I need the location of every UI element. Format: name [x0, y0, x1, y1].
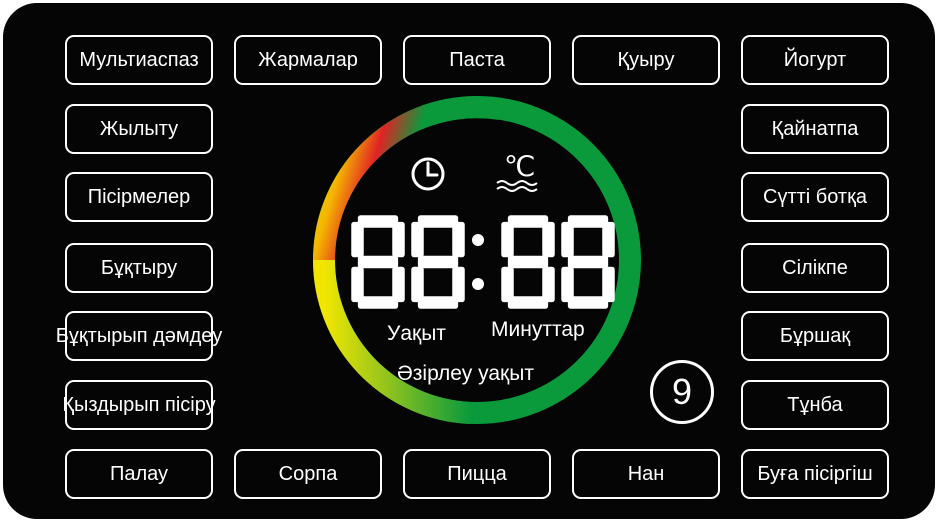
- milk-porridge-button[interactable]: Сүтті ботқа: [741, 172, 889, 222]
- frying-button[interactable]: Жармалар: [234, 35, 382, 85]
- badge-number: 9: [671, 371, 693, 412]
- braise-flavor-button[interactable]: Бұқтырып дәмдеу: [56, 311, 222, 361]
- ready-time-label: Әзірлеу уақыт: [397, 362, 534, 385]
- pasta-button[interactable]: Паста: [403, 35, 551, 85]
- jelly-button[interactable]: Сілікпе: [741, 243, 889, 293]
- beans-button[interactable]: Бұршақ: [741, 311, 889, 361]
- warming-button[interactable]: Жылыту: [65, 104, 213, 154]
- number-badge: 9: [650, 360, 714, 424]
- pizza-button[interactable]: Пицца: [403, 449, 551, 499]
- roasting-button[interactable]: Қуыру: [572, 35, 720, 85]
- heat-cook-button[interactable]: Қыздырып пісіру: [62, 380, 216, 430]
- bread-button[interactable]: Нан: [572, 449, 720, 499]
- multicooker-button[interactable]: Мультиаспаз: [65, 35, 213, 85]
- boiling-button[interactable]: Қайнатпа: [741, 104, 889, 154]
- yogurt-button[interactable]: Йогурт: [741, 35, 889, 85]
- clarify-button[interactable]: Тұнба: [741, 380, 889, 430]
- baking-button[interactable]: Пісірмелер: [65, 172, 213, 222]
- minutes-label: Минуттар: [491, 318, 585, 341]
- steamer-button[interactable]: Буға пісіргіш: [741, 449, 889, 499]
- time-label: Уақыт: [387, 322, 446, 345]
- pilaf-button[interactable]: Палау: [65, 449, 213, 499]
- soup-button[interactable]: Сорпа: [234, 449, 382, 499]
- stewing-button[interactable]: Бұқтыру: [65, 243, 213, 293]
